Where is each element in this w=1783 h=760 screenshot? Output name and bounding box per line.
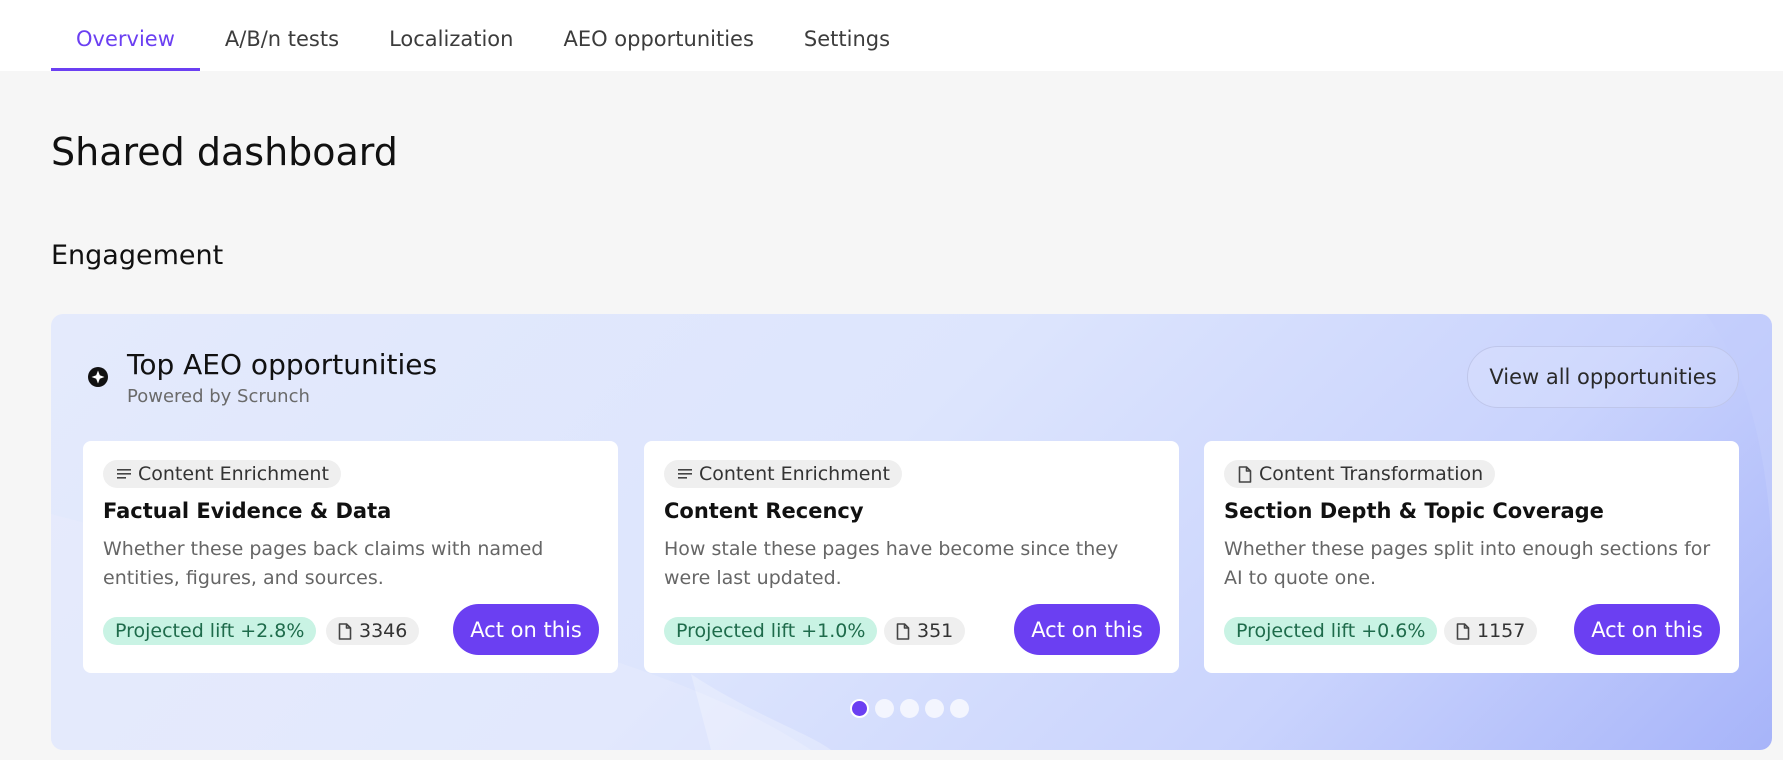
act-on-this-button[interactable]: Act on this <box>453 604 599 655</box>
panel-subtitle: Powered by Scrunch <box>127 386 310 407</box>
projected-lift-badge: Projected lift +1.0% <box>664 617 878 645</box>
carousel-dot-4[interactable] <box>925 699 944 718</box>
card-title: Content Recency <box>664 499 864 523</box>
page-title: Shared dashboard <box>51 130 398 174</box>
opportunity-card: Content Enrichment Content Recency How s… <box>644 441 1179 673</box>
category-label: Content Enrichment <box>699 463 890 485</box>
projected-lift-badge: Projected lift +0.6% <box>1224 617 1438 645</box>
top-navigation: Overview A/B/n tests Localization AEO op… <box>0 0 1783 71</box>
document-icon <box>1456 622 1470 640</box>
panel-title: Top AEO opportunities <box>127 348 438 381</box>
category-badge: Content Enrichment <box>103 460 341 488</box>
carousel-dot-2[interactable] <box>875 699 894 718</box>
projected-lift-badge: Projected lift +2.8% <box>103 617 317 645</box>
document-icon <box>896 622 910 640</box>
act-on-this-button[interactable]: Act on this <box>1574 604 1720 655</box>
category-badge: Content Transformation <box>1224 460 1496 488</box>
document-icon <box>338 622 352 640</box>
opportunity-card: Content Transformation Section Depth & T… <box>1204 441 1739 673</box>
page-count: 351 <box>917 620 954 642</box>
tab-overview[interactable]: Overview <box>51 0 200 71</box>
sparkle-badge-icon <box>88 367 108 387</box>
card-title: Factual Evidence & Data <box>103 499 392 523</box>
page-count-badge: 1157 <box>1444 617 1538 645</box>
carousel-dot-1[interactable] <box>850 699 869 718</box>
page-count-badge: 351 <box>884 617 966 645</box>
card-description: Whether these pages back claims with nam… <box>103 538 544 589</box>
card-description: Whether these pages split into enough se… <box>1224 538 1711 589</box>
category-label: Content Transformation <box>1259 463 1484 485</box>
document-icon <box>1238 465 1252 483</box>
carousel-dot-3[interactable] <box>900 699 919 718</box>
aeo-opportunities-panel: Top AEO opportunities Powered by Scrunch… <box>51 314 1772 750</box>
tab-aeo-opportunities[interactable]: AEO opportunities <box>538 0 778 71</box>
section-title: Engagement <box>51 240 224 271</box>
tab-ab-tests[interactable]: A/B/n tests <box>200 0 364 71</box>
card-title: Section Depth & Topic Coverage <box>1224 499 1604 523</box>
page-count: 1157 <box>1477 620 1526 642</box>
opportunity-card: Content Enrichment Factual Evidence & Da… <box>83 441 618 673</box>
card-description: How stale these pages have become since … <box>664 538 1119 589</box>
carousel-dot-5[interactable] <box>950 699 969 718</box>
category-badge: Content Enrichment <box>664 460 902 488</box>
tab-localization[interactable]: Localization <box>364 0 538 71</box>
page-count-badge: 3346 <box>326 617 420 645</box>
tab-bar: Overview A/B/n tests Localization AEO op… <box>51 0 915 71</box>
lines-icon <box>117 469 131 479</box>
view-all-opportunities-button[interactable]: View all opportunities <box>1467 346 1739 408</box>
lines-icon <box>678 469 692 479</box>
carousel-pagination <box>850 699 969 718</box>
tab-settings[interactable]: Settings <box>779 0 915 71</box>
page-count: 3346 <box>359 620 408 642</box>
category-label: Content Enrichment <box>138 463 329 485</box>
act-on-this-button[interactable]: Act on this <box>1014 604 1160 655</box>
